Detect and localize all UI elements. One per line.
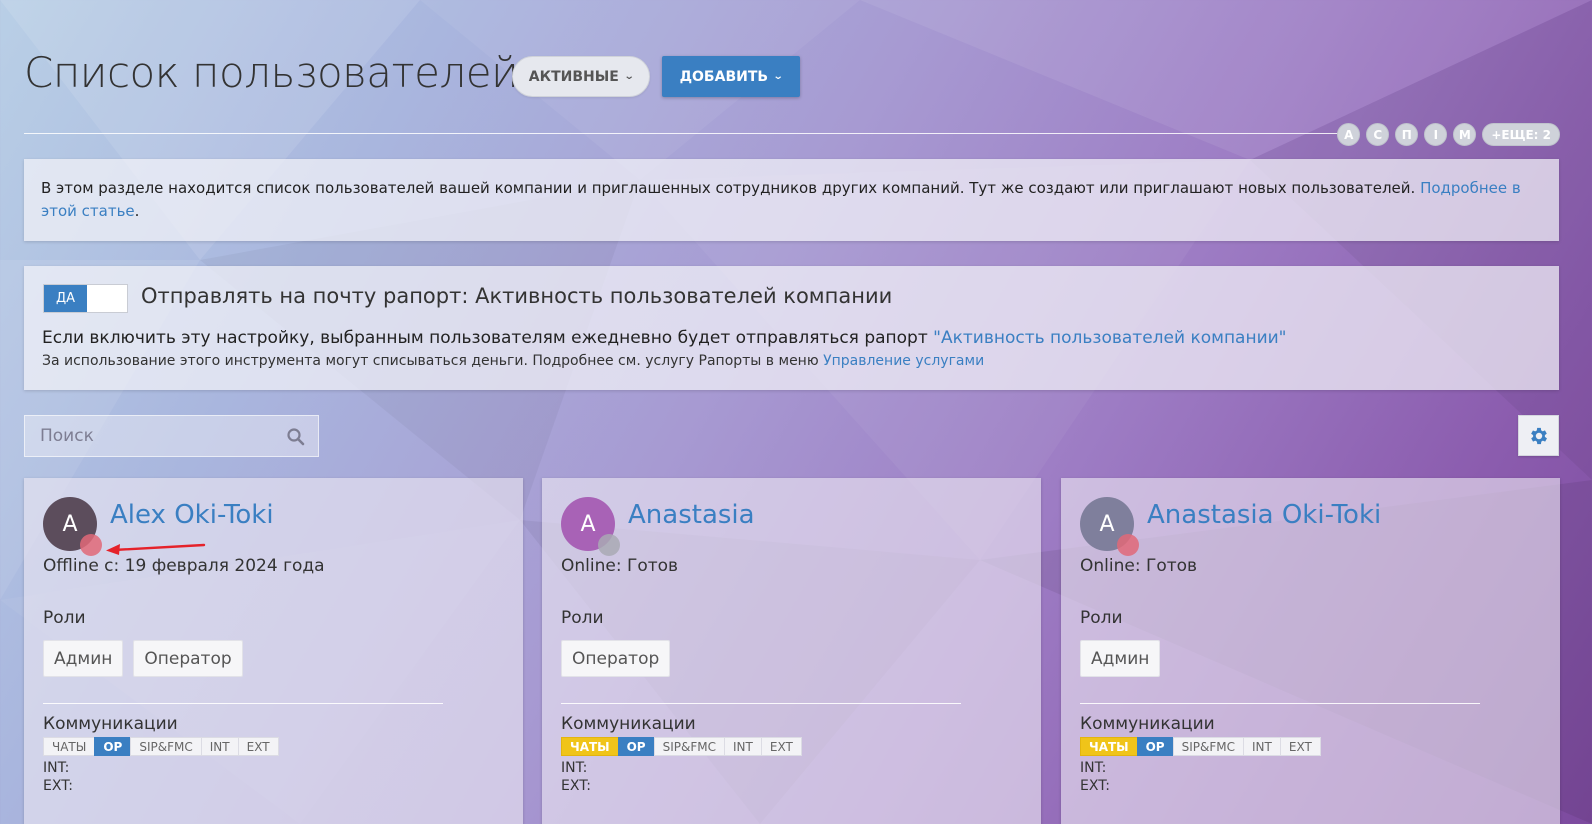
user-name-link[interactable]: Anastasia: [628, 500, 755, 530]
letter-filter-p[interactable]: П: [1395, 123, 1419, 146]
report-description-text: Если включить эту настройку, выбранным п…: [42, 328, 928, 348]
role-admin[interactable]: Админ: [43, 640, 124, 677]
info-period: .: [134, 202, 140, 220]
tag-sip-fmc[interactable]: SIP&FMC: [653, 737, 725, 756]
status-indicator: [598, 534, 620, 556]
tag-sip-fmc[interactable]: SIP&FMC: [130, 737, 202, 756]
roles-list: Админ Оператор: [43, 640, 243, 677]
search-icon[interactable]: [286, 427, 306, 447]
add-user-label: ДОБАВИТЬ: [679, 68, 769, 85]
tag-chats[interactable]: ЧАТЫ: [1080, 737, 1138, 756]
tag-int[interactable]: INT: [1243, 737, 1281, 756]
status-indicator: [80, 534, 102, 556]
int-label: INT:: [43, 760, 70, 776]
report-toggle-label: ДА: [44, 285, 87, 312]
int-label: INT:: [1080, 760, 1107, 776]
card-divider: [43, 703, 443, 704]
tag-op[interactable]: OP: [1136, 737, 1174, 756]
more-letters-button[interactable]: +ЕЩЕ: 2: [1482, 123, 1560, 146]
services-management-link[interactable]: Управление услугами: [823, 353, 984, 369]
communications-label: Коммуникации: [561, 714, 696, 734]
user-status: Offline с: 19 февраля 2024 года: [43, 556, 325, 576]
report-toggle[interactable]: ДА: [43, 284, 128, 313]
roles-label: Роли: [43, 608, 86, 628]
annotation-arrow-icon: [106, 543, 206, 555]
communications-label: Коммуникации: [43, 714, 178, 734]
tag-ext[interactable]: EXT: [760, 737, 802, 756]
card-divider: [561, 703, 961, 704]
tag-op[interactable]: OP: [617, 737, 655, 756]
report-title: Отправлять на почту рапорт: Активность п…: [141, 284, 893, 308]
int-label: INT:: [561, 760, 588, 776]
user-name-link[interactable]: Anastasia Oki-Toki: [1147, 500, 1381, 530]
user-status: Online: Готов: [561, 556, 679, 576]
user-name-link[interactable]: Alex Oki-Toki: [110, 500, 274, 530]
info-text: В этом разделе находится список пользова…: [41, 179, 1416, 197]
tag-sip-fmc[interactable]: SIP&FMC: [1172, 737, 1244, 756]
ext-label: EXT:: [1080, 778, 1110, 794]
roles-label: Роли: [1080, 608, 1123, 628]
role-operator[interactable]: Оператор: [561, 640, 671, 677]
tag-chats[interactable]: ЧАТЫ: [43, 737, 96, 756]
gear-icon: [1530, 427, 1547, 444]
report-description: Если включить эту настройку, выбранным п…: [42, 328, 1287, 348]
letter-filter-a[interactable]: А: [1337, 123, 1361, 146]
letter-filter: А С П I М +ЕЩЕ: 2: [1337, 123, 1560, 146]
report-panel: ДА Отправлять на почту рапорт: Активност…: [24, 266, 1559, 390]
tag-ext[interactable]: EXT: [237, 737, 279, 756]
tag-op[interactable]: OP: [94, 737, 132, 756]
info-panel: В этом разделе находится список пользова…: [24, 159, 1559, 241]
filter-active-label: АКТИВНЫЕ: [528, 68, 619, 85]
chevron-down-icon: ⌄: [772, 71, 784, 82]
letter-filter-i[interactable]: I: [1424, 123, 1448, 146]
chevron-down-icon: ⌄: [623, 71, 635, 82]
tag-int[interactable]: INT: [200, 737, 239, 756]
roles-label: Роли: [561, 608, 604, 628]
letter-filter-s[interactable]: С: [1366, 123, 1390, 146]
search-box: [24, 415, 319, 457]
tag-int[interactable]: INT: [724, 737, 762, 756]
role-operator[interactable]: Оператор: [133, 640, 243, 677]
roles-list: Оператор: [561, 640, 671, 677]
add-user-button[interactable]: ДОБАВИТЬ ⌄: [662, 56, 800, 97]
communications-tags: ЧАТЫ OP SIP&FMC INT EXT: [43, 737, 279, 756]
letter-filter-m[interactable]: М: [1453, 123, 1477, 146]
report-note-text: За использование этого инструмента могут…: [42, 353, 819, 369]
tag-ext[interactable]: EXT: [1279, 737, 1321, 756]
page-title: Список пользователей: [24, 48, 519, 97]
communications-tags: ЧАТЫ OP SIP&FMC INT EXT: [1080, 737, 1321, 756]
filter-active-dropdown[interactable]: АКТИВНЫЕ ⌄: [512, 56, 650, 97]
communications-tags: ЧАТЫ OP SIP&FMC INT EXT: [561, 737, 802, 756]
report-activity-link[interactable]: "Активность пользователей компании": [933, 328, 1286, 348]
role-admin[interactable]: Админ: [1080, 640, 1161, 677]
report-note: За использование этого инструмента могут…: [42, 353, 984, 369]
user-card[interactable]: A Anastasia Online: Готов Роли Оператор …: [542, 478, 1041, 824]
user-status: Online: Готов: [1080, 556, 1198, 576]
user-card[interactable]: A Anastasia Oki-Toki Online: Готов Роли …: [1061, 478, 1560, 824]
ext-label: EXT:: [561, 778, 591, 794]
header-divider: [24, 133, 1354, 134]
search-input[interactable]: [25, 416, 318, 456]
user-card[interactable]: A Alex Oki-Toki Offline с: 19 февраля 20…: [24, 478, 523, 824]
tag-chats[interactable]: ЧАТЫ: [561, 737, 619, 756]
roles-list: Админ: [1080, 640, 1161, 677]
communications-label: Коммуникации: [1080, 714, 1215, 734]
settings-button[interactable]: [1518, 415, 1559, 456]
ext-label: EXT:: [43, 778, 73, 794]
status-indicator: [1117, 534, 1139, 556]
card-divider: [1080, 703, 1480, 704]
